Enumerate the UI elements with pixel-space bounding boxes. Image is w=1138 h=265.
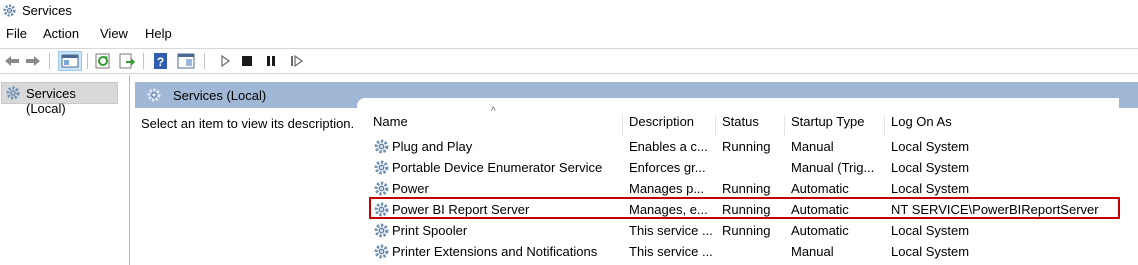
service-gear-icon	[374, 160, 389, 175]
service-startup-cell: Automatic	[791, 181, 849, 196]
description-prompt: Select an item to view its description.	[141, 116, 355, 131]
menu-help[interactable]: Help	[145, 26, 172, 41]
service-startup-cell: Automatic	[791, 223, 849, 238]
service-name-cell: Portable Device Enumerator Service	[392, 160, 603, 175]
service-description-cell: Enables a c...	[629, 139, 708, 154]
service-logon-cell: Local System	[891, 223, 970, 238]
service-status-cell: Running	[722, 223, 771, 238]
service-row[interactable]: Printer Extensions and Notifications This…	[357, 241, 1119, 262]
tree-item-services-local[interactable]: Services (Local)	[1, 82, 118, 116]
service-logon-cell: Local System	[891, 181, 970, 196]
service-gear-icon	[374, 223, 389, 238]
service-startup-cell: Manual	[791, 244, 834, 259]
toolbar-separator	[204, 53, 205, 69]
column-header-log-on-as[interactable]: Log On As	[885, 115, 1119, 136]
column-header-name[interactable]: Name	[367, 115, 623, 136]
menu-bar: File Action View Help	[0, 24, 1138, 44]
service-row[interactable]: Print Spooler This service ... Running Auto…	[357, 220, 1119, 241]
service-description-cell: This service ...	[629, 223, 713, 238]
service-row[interactable]: Plug and Play Enables a c... Running Manual…	[357, 136, 1119, 157]
play-icon	[221, 54, 231, 68]
service-name-cell: Plug and Play	[392, 139, 473, 154]
resume-service-button[interactable]	[287, 52, 305, 70]
service-name-cell: Power	[392, 181, 429, 196]
pane-header-title: Services (Local)	[173, 88, 267, 103]
menu-file[interactable]: File	[6, 26, 27, 41]
refresh-icon	[95, 53, 110, 69]
service-description-cell: Enforces gr...	[629, 160, 706, 175]
service-logon-cell: Local System	[891, 244, 970, 259]
highlight-box	[369, 197, 1120, 219]
services-gear-icon	[147, 88, 161, 102]
console-tree: Services (Local)	[0, 75, 130, 265]
service-name-cell: Printer Extensions and Notifications	[392, 244, 598, 259]
toolbar-separator	[49, 53, 50, 69]
start-service-button[interactable]	[216, 52, 234, 70]
service-description-cell: Manages p...	[629, 181, 705, 196]
help-icon: ?	[154, 53, 167, 69]
service-gear-icon	[374, 139, 389, 154]
column-header-startup-type[interactable]: Startup Type	[785, 115, 885, 136]
service-row[interactable]: Power Manages p... Running Automatic Local S…	[357, 178, 1119, 199]
tree-item-label: Services (Local)	[26, 86, 76, 116]
properties-button[interactable]	[177, 52, 195, 70]
service-status-cell: Running	[722, 181, 771, 196]
service-description-cell: This service ...	[629, 244, 713, 259]
column-header-description[interactable]: Description	[623, 115, 716, 136]
services-list: ^ Name Description Status Startup Type L…	[357, 98, 1119, 265]
service-status-cell	[722, 157, 785, 178]
back-button[interactable]	[3, 52, 21, 70]
service-startup-cell: Manual	[791, 139, 834, 154]
toolbar: ?	[0, 48, 1138, 74]
service-row[interactable]: Portable Device Enumerator Service Enforc…	[357, 157, 1119, 178]
properties-icon	[177, 53, 195, 69]
stop-service-button[interactable]	[238, 52, 256, 70]
service-status-cell: Running	[722, 139, 771, 154]
resume-icon	[291, 54, 304, 68]
export-icon	[119, 53, 135, 69]
arrow-left-icon	[5, 56, 19, 66]
service-name-cell: Print Spooler	[392, 223, 468, 238]
column-header-status[interactable]: Status	[716, 115, 785, 136]
pause-service-button[interactable]	[262, 52, 280, 70]
export-list-button[interactable]	[118, 52, 136, 70]
svg-text:?: ?	[157, 55, 164, 69]
services-gear-icon	[6, 86, 20, 100]
help-button[interactable]: ?	[152, 52, 170, 70]
service-gear-icon	[374, 181, 389, 196]
show-hide-console-tree-button[interactable]	[58, 51, 82, 71]
refresh-button[interactable]	[94, 52, 112, 70]
service-gear-icon	[374, 244, 389, 259]
menu-view[interactable]: View	[100, 26, 128, 41]
service-status-cell	[722, 241, 785, 262]
services-gear-icon	[3, 4, 16, 17]
service-startup-cell: Manual (Trig...	[791, 160, 875, 175]
list-header: ^ Name Description Status Startup Type L…	[357, 98, 1119, 136]
pause-icon	[267, 56, 275, 66]
window-title: Services	[22, 3, 72, 18]
service-logon-cell: Local System	[891, 160, 970, 175]
menu-action[interactable]: Action	[43, 26, 79, 41]
arrow-right-icon	[26, 56, 40, 66]
title-bar: Services	[0, 0, 1138, 22]
toolbar-separator	[143, 53, 144, 69]
toolbar-separator	[87, 53, 88, 69]
service-logon-cell: Local System	[891, 139, 970, 154]
stop-icon	[242, 56, 252, 66]
console-tree-icon	[61, 54, 79, 68]
forward-button[interactable]	[24, 52, 42, 70]
